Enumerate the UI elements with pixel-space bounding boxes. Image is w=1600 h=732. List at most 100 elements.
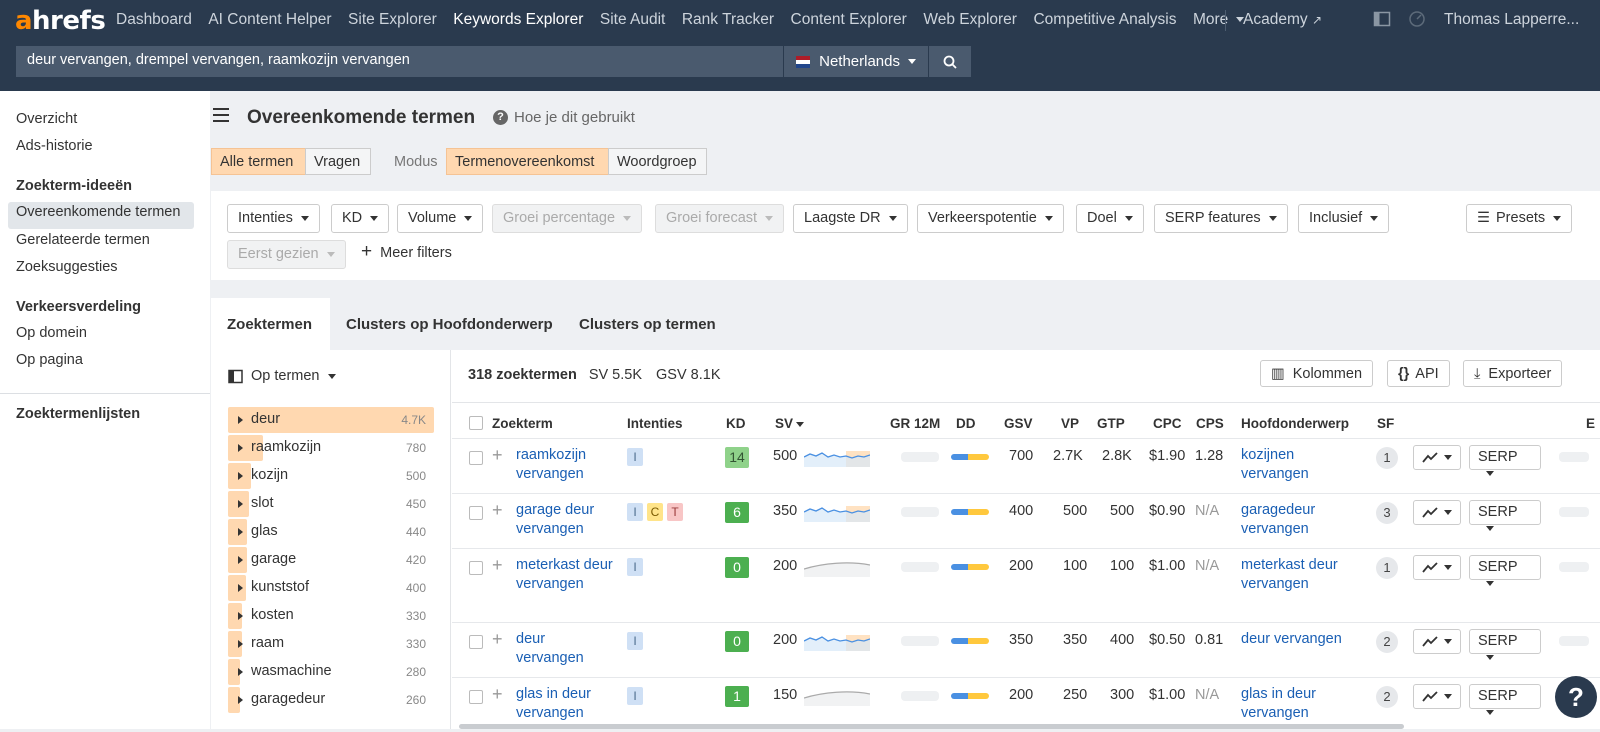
row-checkbox[interactable] <box>469 451 483 465</box>
search-button[interactable] <box>929 46 971 77</box>
filter-traffic-potential[interactable]: Verkeerspotentie <box>917 204 1064 233</box>
nav-content-explorer[interactable]: Content Explorer <box>791 11 907 29</box>
filter-volume[interactable]: Volume <box>397 204 484 233</box>
sidebar-item-by-domain[interactable]: Op domein <box>16 325 87 341</box>
col-header-dd[interactable]: DD <box>956 416 976 431</box>
columns-button[interactable]: ▥ Kolommen <box>1260 360 1374 387</box>
menu-icon[interactable] <box>213 108 229 122</box>
serp-button[interactable]: SERP <box>1469 445 1541 476</box>
col-header-cpc[interactable]: CPC <box>1153 416 1182 431</box>
filter-growth-percentage[interactable]: Groei percentage <box>492 204 643 233</box>
term-filter-item[interactable]: garage 420 <box>228 547 434 573</box>
tab-questions[interactable]: Vragen <box>305 148 371 175</box>
keyword-link[interactable]: garage deur vervangen <box>516 501 616 539</box>
col-header-cps[interactable]: CPS <box>1196 416 1224 431</box>
tab-all-terms[interactable]: Alle termen <box>211 148 306 175</box>
filter-inclusive[interactable]: Inclusief <box>1298 204 1390 233</box>
keyword-link[interactable]: meterkast deur vervangen <box>516 556 616 594</box>
country-select[interactable]: Netherlands <box>784 46 928 77</box>
sidebar-item-overview[interactable]: Overzicht <box>16 111 77 127</box>
sidebar-item-related-terms[interactable]: Gerelateerde termen <box>16 232 150 248</box>
sidebar-item-search-suggestions[interactable]: Zoeksuggesties <box>16 259 118 275</box>
trend-button[interactable] <box>1413 555 1461 580</box>
sidebar-item-keyword-lists[interactable]: Zoektermenlijsten <box>16 406 140 422</box>
filter-intents[interactable]: Intenties <box>227 204 320 233</box>
serp-features-count[interactable]: 2 <box>1376 686 1398 708</box>
tab-term-match[interactable]: Termenovereenkomst <box>446 148 609 175</box>
trend-button[interactable] <box>1413 500 1461 525</box>
col-header-vp[interactable]: VP <box>1061 416 1079 431</box>
filter-goal[interactable]: Doel <box>1076 204 1144 233</box>
tab-keywords[interactable]: Zoektermen <box>211 298 330 350</box>
term-filter-item[interactable]: kunststof 400 <box>228 575 434 601</box>
nav-web-explorer[interactable]: Web Explorer <box>923 11 1017 29</box>
more-filters-button[interactable]: + Meer filters <box>361 241 452 263</box>
horizontal-scrollbar[interactable] <box>459 724 1404 729</box>
add-to-list-icon[interactable]: + <box>492 684 503 705</box>
keyword-link[interactable]: deur vervangen <box>516 630 616 668</box>
nav-site-explorer[interactable]: Site Explorer <box>348 11 437 29</box>
nav-ai-content-helper[interactable]: AI Content Helper <box>208 11 331 29</box>
nav-site-audit[interactable]: Site Audit <box>600 11 666 29</box>
nav-competitive-analysis[interactable]: Competitive Analysis <box>1033 11 1176 29</box>
nav-more[interactable]: More <box>1193 11 1245 29</box>
row-checkbox[interactable] <box>469 506 483 520</box>
filter-lowest-dr[interactable]: Laagste DR <box>793 204 908 233</box>
term-filter-item[interactable]: raam 330 <box>228 631 434 657</box>
tab-phrase-match[interactable]: Woordgroep <box>608 148 707 175</box>
term-filter-item[interactable]: deur 4.7K <box>228 407 434 433</box>
help-link[interactable]: ? Hoe je dit gebruikt <box>493 109 635 126</box>
tab-clusters-parent-topic[interactable]: Clusters op Hoofdonderwerp <box>330 298 569 350</box>
term-filter-item[interactable]: kozijn 500 <box>228 463 434 489</box>
add-to-list-icon[interactable]: + <box>492 629 503 650</box>
row-checkbox[interactable] <box>469 635 483 649</box>
user-menu[interactable]: Thomas Lapperre... <box>1444 11 1579 29</box>
serp-button[interactable]: SERP <box>1469 500 1541 531</box>
trend-button[interactable] <box>1413 445 1461 470</box>
term-filter-item[interactable]: kosten 330 <box>228 603 434 629</box>
col-header-parent-topic[interactable]: Hoofdonderwerp <box>1241 416 1349 431</box>
sidebar-item-ads-history[interactable]: Ads-historie <box>16 138 93 154</box>
col-header-gtp[interactable]: GTP <box>1097 416 1125 431</box>
col-header-keyword[interactable]: Zoekterm <box>492 416 553 431</box>
trend-button[interactable] <box>1413 629 1461 654</box>
trend-button[interactable] <box>1413 684 1461 709</box>
serp-button[interactable]: SERP <box>1469 684 1541 715</box>
col-header-sv[interactable]: SV <box>775 416 805 431</box>
keyword-search-input[interactable]: deur vervangen, drempel vervangen, raamk… <box>16 46 783 77</box>
serp-button[interactable]: SERP <box>1469 555 1541 586</box>
keyword-link[interactable]: raamkozijn vervangen <box>516 446 616 484</box>
filter-serp-features[interactable]: SERP features <box>1154 204 1288 233</box>
col-header-kd[interactable]: KD <box>726 416 746 431</box>
parent-topic-link[interactable]: meterkast deur vervangen <box>1241 556 1361 594</box>
row-checkbox[interactable] <box>469 690 483 704</box>
serp-features-count[interactable]: 1 <box>1376 557 1398 579</box>
col-header-e[interactable]: E <box>1586 416 1595 431</box>
term-filter-item[interactable]: slot 450 <box>228 491 434 517</box>
sidebar-item-by-page[interactable]: Op pagina <box>16 352 83 368</box>
term-filter-item[interactable]: garagedeur 260 <box>228 687 434 713</box>
presets-button[interactable]: ☰ Presets <box>1466 204 1573 233</box>
col-header-sf[interactable]: SF <box>1377 416 1394 431</box>
parent-topic-link[interactable]: glas in deur vervangen <box>1241 685 1361 723</box>
serp-features-count[interactable]: 1 <box>1376 447 1398 469</box>
nav-keywords-explorer[interactable]: Keywords Explorer <box>453 11 583 29</box>
col-header-gr12m[interactable]: GR 12M <box>890 416 940 431</box>
serp-features-count[interactable]: 3 <box>1376 502 1398 524</box>
add-to-list-icon[interactable]: + <box>492 555 503 576</box>
row-checkbox[interactable] <box>469 561 483 575</box>
help-chat-button[interactable]: ? <box>1555 676 1597 718</box>
api-button[interactable]: {} API <box>1387 360 1450 387</box>
col-header-intents[interactable]: Intenties <box>627 416 683 431</box>
nav-rank-tracker[interactable]: Rank Tracker <box>682 11 774 29</box>
term-filter-item[interactable]: glas 440 <box>228 519 434 545</box>
nav-academy[interactable]: Academy ↗ <box>1243 11 1322 29</box>
serp-button[interactable]: SERP <box>1469 629 1541 660</box>
parent-topic-link[interactable]: kozijnen vervangen <box>1241 446 1361 484</box>
export-button[interactable]: ⤓ Exporteer <box>1463 360 1563 387</box>
nav-dashboard[interactable]: Dashboard <box>116 11 192 29</box>
col-header-gsv[interactable]: GSV <box>1004 416 1033 431</box>
serp-features-count[interactable]: 2 <box>1376 631 1398 653</box>
group-by-terms-select[interactable]: Op termen <box>228 368 336 384</box>
tab-clusters-terms[interactable]: Clusters op termen <box>563 298 732 350</box>
